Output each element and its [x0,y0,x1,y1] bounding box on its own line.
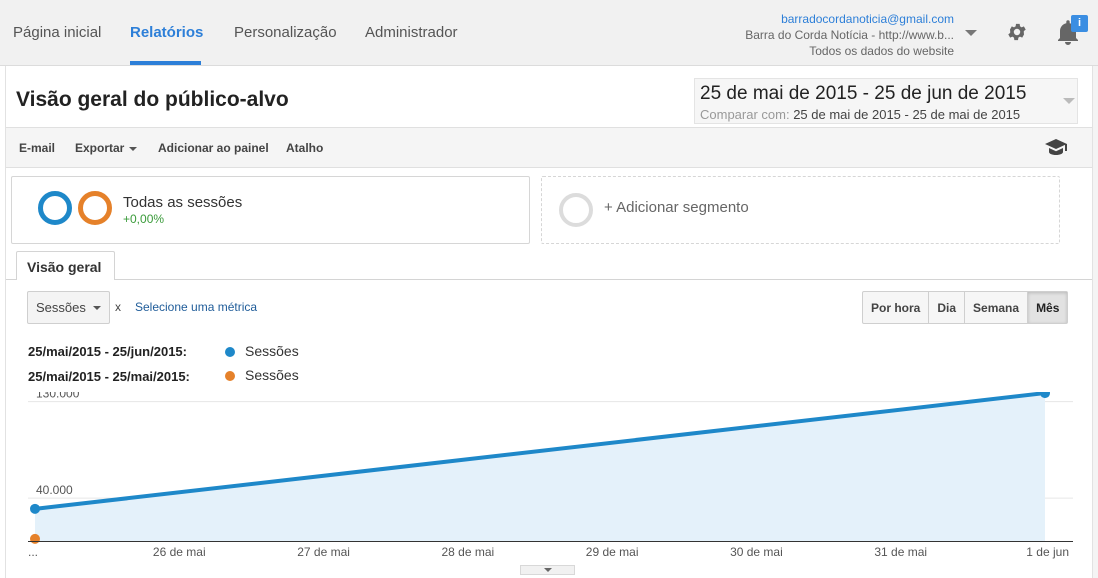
x-tick-label: 26 de mai [153,545,206,559]
segment-name: Todas as sessões [123,194,243,211]
top-navigation: Página inicial Relatórios Personalização… [0,0,1098,66]
nav-admin[interactable]: Administrador [365,24,458,41]
series-area [35,393,1045,541]
segment-ring-empty-icon [559,193,593,227]
data-point [30,503,40,514]
shortcut-button[interactable]: Atalho [286,141,323,155]
date-range-compare: Comparar com: 25 de mai de 2015 - 25 de … [700,107,1020,122]
period-hourly-button[interactable]: Por hora [863,292,930,323]
add-to-dashboard-button[interactable]: Adicionar ao painel [158,141,269,155]
x-tick-label: 1 de jun [1026,545,1069,559]
legend-dot-blue [225,347,235,357]
nav-reports[interactable]: Relatórios [130,24,203,41]
legend-dot-orange [225,371,235,381]
y-tick-label: 40.000 [36,483,73,497]
chevron-down-icon [129,146,138,151]
x-tick-label: 31 de mai [874,545,927,559]
export-label: Exportar [75,141,125,155]
segment-ring-orange-icon [78,191,112,225]
account-property: Barra do Corda Notícia - http://www.b... [745,28,954,42]
email-button[interactable]: E-mail [19,141,55,155]
date-range-picker[interactable]: 25 de mai de 2015 - 25 de jun de 2015 Co… [694,78,1078,124]
account-view: Todos os dados do website [809,44,954,58]
x-tick-label: ... [28,545,38,559]
tab-divider [6,279,1092,280]
account-selector[interactable]: barradocordanoticia@gmail.com Barra do C… [745,11,954,59]
graduation-cap-icon[interactable] [1044,137,1068,157]
active-tab-indicator [130,61,201,65]
legend-range-2: 25/mai/2015 - 25/mai/2015: [28,369,190,384]
period-day-button[interactable]: Dia [929,292,966,323]
add-segment-label[interactable]: + Adicionar segmento [604,199,749,216]
segment-ring-blue-icon [38,191,72,225]
data-point-compare [30,533,40,544]
gear-icon[interactable] [1006,21,1028,43]
tab-overview[interactable]: Visão geral [16,251,115,280]
report-toolbar: E-mail Exportar Adicionar ao painel Atal… [6,127,1092,168]
compare-label: Comparar com: [700,107,790,122]
legend-range-1: 25/mai/2015 - 25/jun/2015: [28,344,187,359]
metric-separator: x [115,300,121,314]
chevron-down-icon[interactable] [1063,98,1075,104]
info-badge-icon[interactable]: i [1071,15,1088,32]
compare-value: 25 de mai de 2015 - 25 de mai de 2015 [793,107,1021,122]
x-tick-label: 28 de mai [442,545,495,559]
period-selector: Por hora Dia Semana Mês [862,291,1069,324]
legend-series-1: Sessões [245,343,299,359]
y-tick-label: 130.000 [36,392,80,401]
nav-home[interactable]: Página inicial [13,24,101,41]
period-month-button[interactable]: Mês [1028,292,1068,323]
x-tick-label: 27 de mai [297,545,350,559]
export-button[interactable]: Exportar [75,141,138,155]
legend-range-text: 25/mai/2015 - 25/jun/2015: [28,344,187,359]
period-week-button[interactable]: Semana [965,292,1029,323]
scrollbar[interactable] [1093,66,1098,578]
x-tick-label: 29 de mai [586,545,639,559]
legend-range-text: 25/mai/2015 - 25/mai/2015: [28,369,190,384]
nav-customization[interactable]: Personalização [234,24,337,41]
chevron-down-icon[interactable] [965,30,977,36]
page-title: Visão geral do público-alvo [16,88,289,111]
sessions-line-chart: 130.000 40.000... 26 de mai 27 de mai 28 de … [28,392,1073,559]
segment-change: +0,00% [123,212,165,226]
account-email: barradocordanoticia@gmail.com [781,12,954,26]
date-range-main: 25 de mai de 2015 - 25 de jun de 2015 [700,83,1027,104]
select-metric-link[interactable]: Selecione uma métrica [135,300,257,314]
x-tick-label: 30 de mai [730,545,783,559]
chart-collapse-handle[interactable] [520,565,575,575]
chevron-down-icon[interactable] [93,306,101,310]
legend-series-2: Sessões [245,367,299,383]
